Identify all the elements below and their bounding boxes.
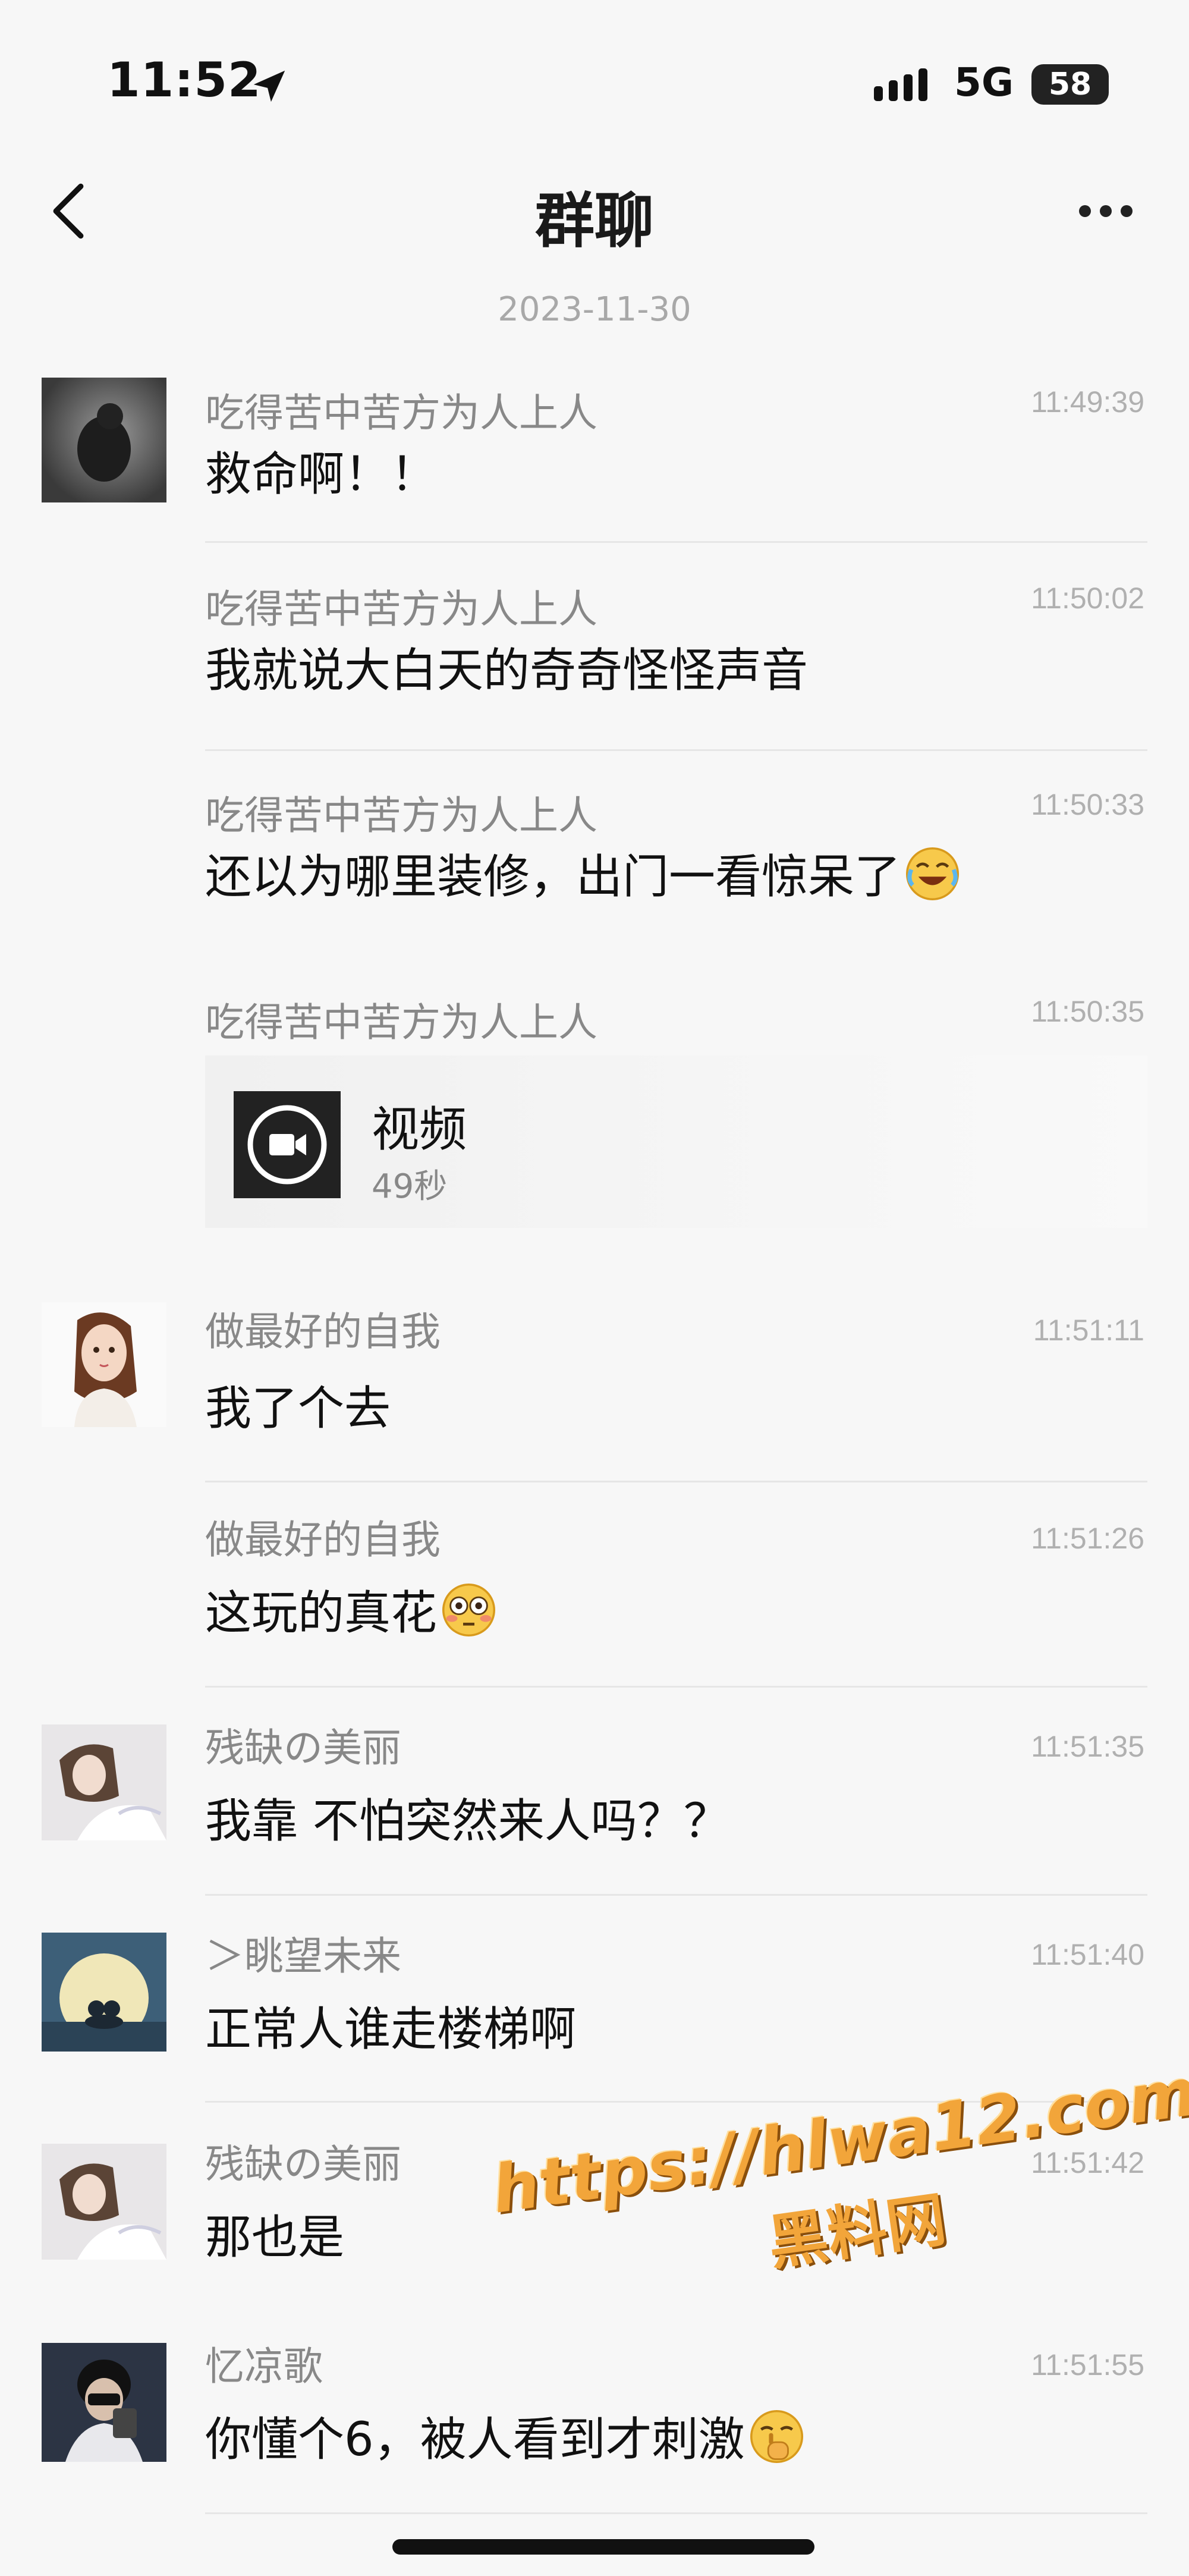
divider — [205, 541, 1147, 543]
message-time: 11:51:11 — [1033, 1314, 1144, 1347]
message-time: 11:49:39 — [1031, 385, 1144, 419]
battery-indicator: 58 — [1031, 64, 1109, 105]
shushing-emoji-icon — [750, 2409, 803, 2464]
location-arrow-icon — [253, 70, 285, 102]
message-text: 正常人谁走楼梯啊 — [205, 2003, 577, 2056]
divider — [205, 1894, 1147, 1896]
message-time: 11:51:35 — [1031, 1730, 1144, 1763]
divider — [205, 749, 1147, 751]
avatar[interactable] — [42, 2343, 166, 2462]
status-time: 11:52 — [107, 52, 262, 108]
signal-icon — [874, 68, 927, 101]
watermark: https://hlwa12.com 黑料网 — [487, 2054, 1189, 2318]
page-title: 群聊 — [535, 186, 654, 256]
message-text: 我靠 不怕突然来人吗？？ — [205, 1795, 730, 1848]
video-thumbnail[interactable] — [234, 1091, 341, 1198]
sender-name: 做最好的自我 — [205, 1517, 441, 1563]
message-text: 还以为哪里装修，出门一看惊呆了 — [205, 840, 961, 906]
message-time: 11:51:26 — [1031, 1522, 1144, 1555]
message-text: 这玩的真花 — [205, 1576, 497, 1642]
sender-name: 做最好的自我 — [205, 1309, 441, 1355]
home-indicator[interactable] — [392, 2539, 814, 2555]
nav-bar: 群聊 — [0, 155, 1189, 262]
sender-name: 吃得苦中苦方为人上人 — [205, 1000, 597, 1045]
video-label: 视频 — [372, 1102, 467, 1157]
sender-name: 吃得苦中苦方为人上人 — [205, 390, 597, 436]
video-duration: 49秒 — [372, 1167, 448, 1206]
sender-name: 残缺の美丽 — [205, 2141, 401, 2187]
sender-name: ＞眺望未来 — [205, 1933, 401, 1979]
message-text: 救命啊！！ — [205, 448, 438, 501]
message-text: 那也是 — [205, 2211, 345, 2264]
message-text: 我就说大白天的奇奇怪怪声音 — [205, 644, 809, 698]
video-play-icon — [234, 1091, 341, 1198]
divider — [205, 2512, 1147, 2514]
avatar[interactable] — [42, 1933, 166, 2052]
video-message-card[interactable]: 视频 49秒 — [205, 1055, 1147, 1228]
sender-name: 忆凉歌 — [205, 2343, 323, 2389]
avatar[interactable] — [42, 2144, 166, 2260]
message-time: 11:51:40 — [1031, 1938, 1144, 1971]
avatar[interactable] — [42, 378, 166, 502]
divider — [205, 1686, 1147, 1688]
avatar[interactable] — [42, 1302, 166, 1427]
more-options-icon[interactable] — [1076, 202, 1135, 220]
network-label: 5G — [954, 59, 1014, 105]
sender-name: 吃得苦中苦方为人上人 — [205, 586, 597, 632]
status-bar: 11:52 5G 58 — [0, 0, 1189, 137]
message-time: 11:51:55 — [1031, 2348, 1144, 2382]
divider — [205, 1481, 1147, 1482]
back-chevron-icon[interactable] — [48, 181, 89, 241]
flushed-emoji-icon — [442, 1583, 496, 1637]
sender-name: 残缺の美丽 — [205, 1725, 401, 1771]
message-time: 11:50:33 — [1031, 788, 1144, 821]
avatar[interactable] — [42, 1724, 166, 1840]
laugh-cry-emoji-icon — [905, 847, 960, 901]
message-time: 11:50:02 — [1031, 582, 1144, 615]
message-text: 我了个去 — [205, 1382, 391, 1435]
message-text: 你懂个6，被人看到才刺激 — [205, 2402, 805, 2469]
message-time: 11:50:35 — [1031, 995, 1144, 1028]
sender-name: 吃得苦中苦方为人上人 — [205, 793, 597, 838]
date-divider: 2023-11-30 — [498, 290, 691, 329]
